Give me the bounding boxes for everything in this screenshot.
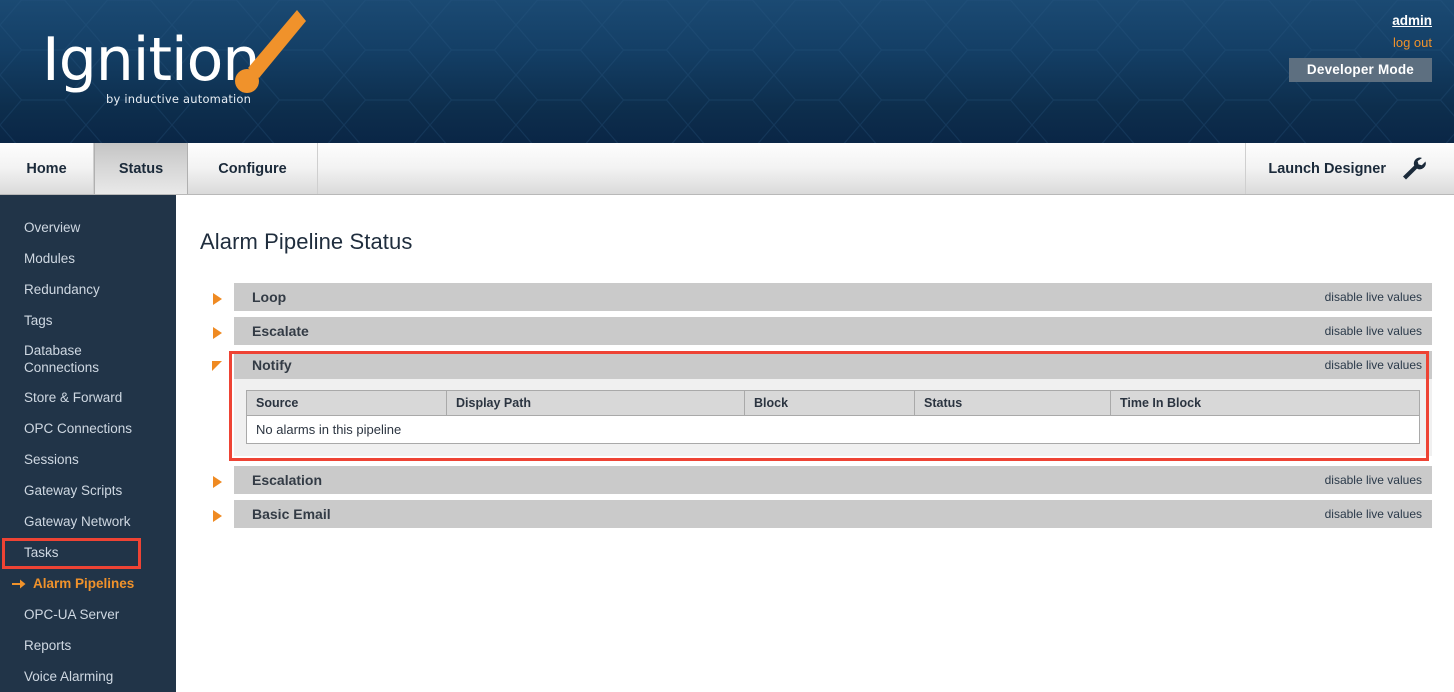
- main-content: Alarm Pipeline Status Loop disable live …: [176, 195, 1454, 692]
- sidebar-item-tags[interactable]: Tags: [0, 305, 176, 336]
- pipeline-bar-basic-email[interactable]: Basic Email disable live values: [234, 500, 1432, 528]
- sidebar-item-label: OPC Connections: [24, 421, 133, 436]
- sidebar-item-tasks[interactable]: Tasks: [0, 537, 176, 568]
- tab-status-label: Status: [118, 160, 164, 177]
- tab-configure[interactable]: Configure: [188, 143, 318, 194]
- tab-status[interactable]: Status: [94, 143, 188, 194]
- table-header-row: Source Display Path Block Status Time In…: [246, 390, 1420, 416]
- sidebar-nav: Overview Modules Redundancy Tags Databas…: [0, 195, 176, 692]
- pipeline-row-notify: Notify disable live values Source Displa…: [200, 351, 1432, 461]
- sidebar-item-overview[interactable]: Overview: [0, 212, 176, 243]
- page-body: Overview Modules Redundancy Tags Databas…: [0, 195, 1454, 692]
- sidebar-item-label: Voice Alarming: [24, 669, 114, 684]
- sidebar-item-sessions[interactable]: Sessions: [0, 444, 176, 475]
- page-header: Ignition by inductive automation admin l…: [0, 0, 1454, 143]
- sidebar-item-database-connections[interactable]: Database Connections: [0, 336, 176, 382]
- sidebar-item-reports[interactable]: Reports: [0, 630, 176, 661]
- disable-live-values-link[interactable]: disable live values: [1325, 290, 1422, 304]
- pipeline-bar-escalate[interactable]: Escalate disable live values: [234, 317, 1432, 345]
- ignition-logo[interactable]: Ignition by inductive automation: [42, 10, 306, 110]
- disable-live-values-link[interactable]: disable live values: [1325, 358, 1422, 372]
- developer-mode-badge: Developer Mode: [1288, 58, 1432, 82]
- column-header-status[interactable]: Status: [914, 390, 1111, 416]
- sidebar-item-label: Modules: [24, 251, 76, 266]
- sidebar-item-label: Reports: [24, 638, 72, 653]
- alarms-table: Source Display Path Block Status Time In…: [246, 390, 1420, 444]
- sidebar-item-gateway-scripts[interactable]: Gateway Scripts: [0, 475, 176, 506]
- launch-designer-button[interactable]: Launch Designer: [1246, 143, 1454, 194]
- main-navbar: Home Status Configure Launch Designer: [0, 143, 1454, 195]
- expand-toggle-loop[interactable]: [200, 283, 234, 305]
- sidebar-item-label: Alarm Pipelines: [33, 576, 135, 591]
- tab-home-label: Home: [26, 160, 67, 177]
- notify-panel: Notify disable live values Source Displa…: [234, 351, 1432, 456]
- pipeline-name: Escalate: [252, 323, 309, 339]
- pipeline-row-basic-email[interactable]: Basic Email disable live values: [200, 500, 1432, 528]
- sidebar-item-label: Overview: [24, 220, 81, 235]
- collapse-toggle-notify[interactable]: [200, 351, 234, 371]
- arrow-right-icon: [12, 579, 26, 588]
- column-header-time-in-block[interactable]: Time In Block: [1110, 390, 1420, 416]
- page-title: Alarm Pipeline Status: [200, 229, 413, 254]
- sidebar-item-label: Gateway Network: [24, 514, 131, 529]
- sidebar-item-opc-ua-server[interactable]: OPC-UA Server: [0, 599, 176, 630]
- wrench-icon: [1403, 157, 1426, 179]
- pipeline-bar-loop[interactable]: Loop disable live values: [234, 283, 1432, 311]
- sidebar-item-alarm-pipelines[interactable]: Alarm Pipelines: [0, 568, 176, 599]
- column-header-block[interactable]: Block: [744, 390, 915, 416]
- sidebar-item-redundancy[interactable]: Redundancy: [0, 274, 176, 305]
- chevron-right-icon: [212, 327, 222, 339]
- username-link[interactable]: admin: [1392, 13, 1432, 28]
- pipeline-row-escalate[interactable]: Escalate disable live values: [200, 317, 1432, 345]
- launch-designer-label: Launch Designer: [1268, 160, 1386, 177]
- sidebar-item-label: Sessions: [24, 452, 79, 467]
- column-header-source[interactable]: Source: [246, 390, 447, 416]
- user-area: admin log out Developer Mode: [1288, 12, 1432, 82]
- expand-toggle-escalate[interactable]: [200, 317, 234, 339]
- sidebar-item-store-and-forward[interactable]: Store & Forward: [0, 382, 176, 413]
- sidebar-item-label: Tags: [24, 313, 53, 328]
- sidebar-item-label: Gateway Scripts: [24, 483, 123, 498]
- chevron-down-icon: [212, 361, 222, 371]
- chevron-right-icon: [212, 476, 222, 488]
- pipeline-row-loop[interactable]: Loop disable live values: [200, 283, 1432, 311]
- disable-live-values-link[interactable]: disable live values: [1325, 507, 1422, 521]
- sidebar-item-modules[interactable]: Modules: [0, 243, 176, 274]
- disable-live-values-link[interactable]: disable live values: [1325, 473, 1422, 487]
- pipeline-name: Loop: [252, 289, 287, 305]
- sidebar-item-label: Database Connections: [24, 343, 100, 375]
- chevron-right-icon: [212, 510, 222, 522]
- sidebar-item-gateway-network[interactable]: Gateway Network: [0, 506, 176, 537]
- tab-home[interactable]: Home: [0, 143, 94, 194]
- expand-toggle-escalation[interactable]: [200, 466, 234, 488]
- sidebar-item-label: Tasks: [24, 545, 59, 560]
- empty-message: No alarms in this pipeline: [246, 415, 1420, 444]
- logout-link[interactable]: log out: [1289, 35, 1432, 50]
- pipeline-name: Notify: [252, 357, 292, 373]
- sidebar-item-label: Redundancy: [24, 282, 100, 297]
- exclamation-mark-icon: [235, 10, 306, 93]
- pipeline-name: Basic Email: [252, 506, 331, 522]
- sidebar-item-voice-alarming[interactable]: Voice Alarming: [0, 661, 176, 692]
- column-header-display-path[interactable]: Display Path: [446, 390, 745, 416]
- sidebar-item-opc-connections[interactable]: OPC Connections: [0, 413, 176, 444]
- pipeline-name: Escalation: [252, 472, 323, 488]
- sidebar-item-label: Store & Forward: [24, 390, 123, 405]
- expand-toggle-basic-email[interactable]: [200, 500, 234, 522]
- sidebar-item-label: OPC-UA Server: [24, 607, 120, 622]
- pipeline-bar-notify[interactable]: Notify disable live values: [234, 351, 1432, 379]
- chevron-right-icon: [212, 293, 222, 305]
- pipeline-row-escalation[interactable]: Escalation disable live values: [200, 466, 1432, 494]
- navbar-spacer: [318, 143, 1247, 194]
- disable-live-values-link[interactable]: disable live values: [1325, 324, 1422, 338]
- pipeline-bar-escalation[interactable]: Escalation disable live values: [234, 466, 1432, 494]
- tab-configure-label: Configure: [218, 160, 287, 177]
- table-empty-row: No alarms in this pipeline: [246, 415, 1420, 444]
